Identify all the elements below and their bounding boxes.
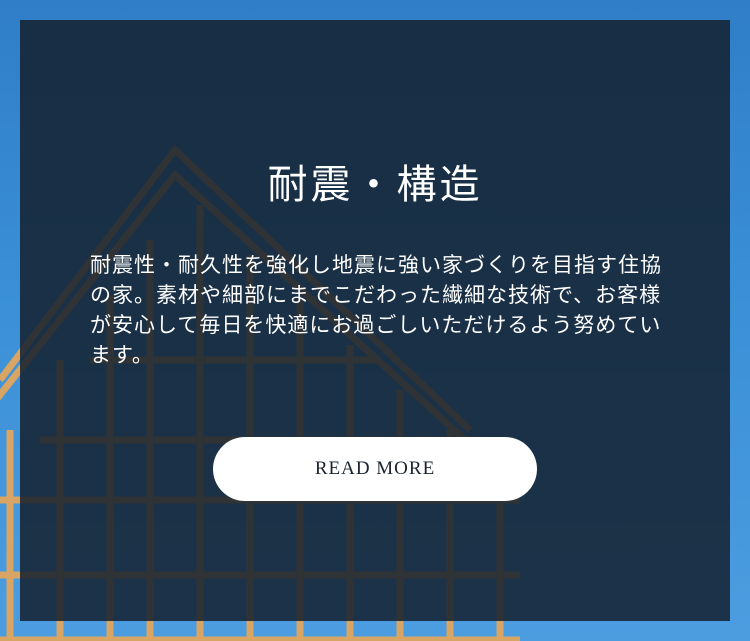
section-title: 耐震・構造 bbox=[267, 162, 483, 208]
read-more-button[interactable]: READ MORE bbox=[213, 437, 537, 501]
read-more-label: READ MORE bbox=[314, 458, 436, 479]
section-description: 耐震性・耐久性を強化し地震に強い家づくりを目指す住協の家。素材や細部にまでこだわ… bbox=[90, 253, 662, 367]
